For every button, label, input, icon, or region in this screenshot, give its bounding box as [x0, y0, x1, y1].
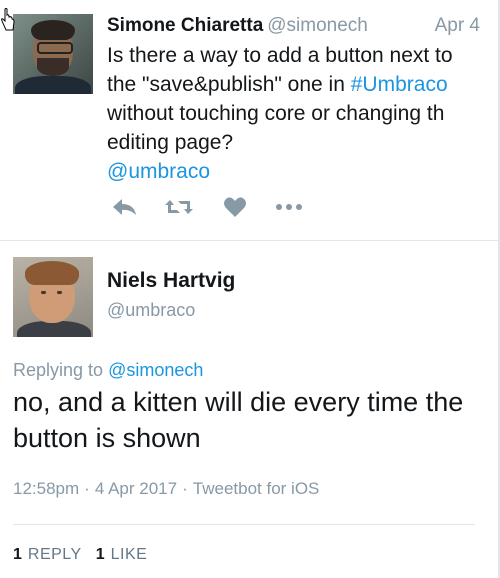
reply-author-name[interactable]: Niels Hartvig: [107, 268, 235, 294]
avatar-beard: [37, 58, 69, 76]
mention-link[interactable]: @umbraco: [107, 160, 210, 183]
tweet-full-date[interactable]: 4 Apr 2017: [95, 479, 177, 498]
meta-separator: ·: [84, 479, 90, 498]
avatar-shirt: [15, 76, 91, 94]
like-button[interactable]: [217, 192, 253, 222]
reply-tweet-text: no, and a kitten will die every time the…: [13, 387, 464, 453]
replying-prefix: Replying to: [13, 360, 109, 380]
like-count-stat[interactable]: 1 LIKE: [96, 546, 148, 563]
reply-icon: [113, 199, 136, 215]
reply-count: 1: [13, 546, 22, 563]
avatar-shirt: [17, 321, 91, 337]
retweet-button[interactable]: [161, 192, 197, 222]
stats-divider: [13, 524, 475, 525]
replying-to: Replying to @simonech: [13, 358, 203, 382]
hand-cursor-icon: [1, 8, 15, 31]
reply-count-stat[interactable]: 1 REPLY: [13, 546, 82, 563]
like-count: 1: [95, 546, 105, 563]
reply-button[interactable]: [107, 192, 143, 222]
tweet-date[interactable]: Apr 4: [435, 14, 480, 38]
tweet1-text: Is there a way to add a button next to t…: [107, 41, 487, 186]
avatar-hair: [31, 20, 75, 40]
reply-author-handle[interactable]: @umbraco: [107, 298, 195, 322]
avatar-glasses: [37, 42, 73, 54]
avatar-hair: [25, 261, 79, 285]
simone-avatar[interactable]: [13, 14, 93, 94]
niels-avatar[interactable]: [13, 257, 93, 337]
tweet-stats: 1 REPLY 1 LIKE: [13, 544, 147, 566]
reply-count-label: REPLY: [27, 546, 82, 563]
tweet1-header: Simone Chiaretta @simonech Apr 4: [107, 14, 480, 38]
author-name[interactable]: Simone Chiaretta: [107, 15, 263, 36]
tweet-source[interactable]: Tweetbot for iOS: [193, 479, 320, 498]
avatar-eye: [57, 291, 62, 294]
avatar-eye: [41, 291, 46, 294]
retweet-icon: [165, 200, 193, 214]
tweet-meta: 12:58pm · 4 Apr 2017 · Tweetbot for iOS: [13, 478, 319, 500]
hashtag-link[interactable]: #Umbraco: [351, 73, 448, 96]
author-handle[interactable]: @simonech: [267, 15, 368, 36]
more-button[interactable]: [271, 192, 307, 222]
like-count-label: LIKE: [110, 546, 148, 563]
like-icon: [224, 197, 246, 217]
meta-separator: ·: [182, 479, 188, 498]
tweet-text-part: without touching core or changing th edi…: [107, 102, 445, 154]
tweet-divider: [0, 240, 500, 241]
tweet-time[interactable]: 12:58pm: [13, 479, 79, 498]
replying-to-link[interactable]: @simonech: [108, 360, 203, 380]
more-icon: [276, 204, 302, 210]
tweet-parent: Simone Chiaretta @simonech Apr 4 Is there…: [0, 0, 500, 240]
